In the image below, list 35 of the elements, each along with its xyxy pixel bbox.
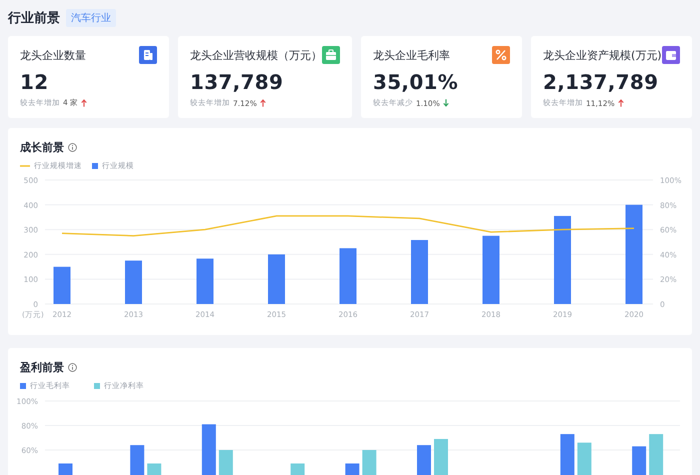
bar xyxy=(632,446,646,475)
bar xyxy=(577,442,592,475)
industry-tag: 汽车行业 xyxy=(66,9,116,27)
page-title: 行业前景 xyxy=(8,10,60,27)
bar xyxy=(362,450,376,475)
bar xyxy=(417,445,431,475)
bar xyxy=(125,260,142,304)
bar xyxy=(54,266,70,304)
bar xyxy=(411,240,428,304)
stat-value: 137,789 xyxy=(190,69,284,95)
bar xyxy=(560,434,574,475)
bar xyxy=(290,463,305,475)
stat-label: 龙头企业资产规模(万元) xyxy=(543,48,662,62)
info-icon[interactable] xyxy=(68,362,77,372)
stat-label: 龙头企业营收规模（万元） xyxy=(190,48,322,62)
stat-value: 35,01% xyxy=(373,69,460,95)
bar xyxy=(345,463,360,475)
section-title: 盈利前景 xyxy=(20,360,64,374)
stat-label: 龙头企业数量 xyxy=(20,48,86,62)
bar xyxy=(340,248,356,304)
bar xyxy=(482,236,500,304)
bar xyxy=(202,424,216,475)
section-title: 成长前景 xyxy=(20,140,64,154)
stat-label: 龙头企业毛利率 xyxy=(373,48,450,62)
bar xyxy=(268,254,285,304)
stat-value: 12 xyxy=(20,69,50,95)
bar xyxy=(147,463,162,475)
stat-value: 2,137,789 xyxy=(543,69,660,95)
bar xyxy=(649,434,664,475)
bar xyxy=(218,450,233,475)
bar xyxy=(196,258,214,304)
info-icon[interactable] xyxy=(68,142,77,152)
bar xyxy=(434,438,448,475)
bar xyxy=(130,445,144,475)
bar xyxy=(58,463,72,475)
